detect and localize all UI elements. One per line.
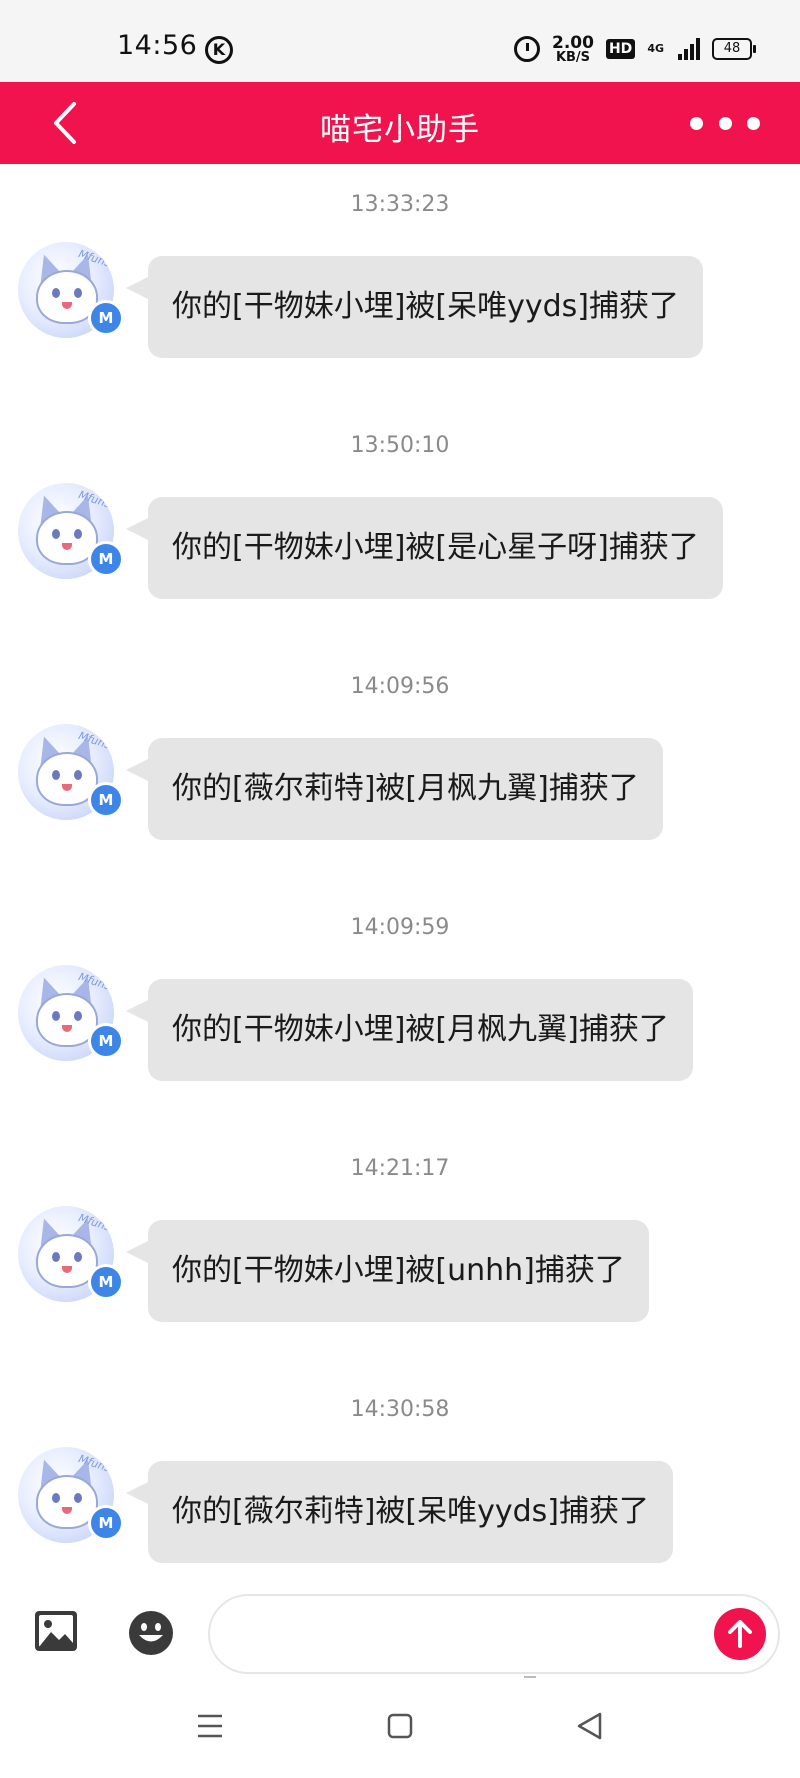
app-header: 喵宅小助手 — [0, 82, 800, 164]
network-speed: 2.00 KB/S — [552, 32, 594, 65]
send-button[interactable] — [714, 1608, 766, 1660]
message-time: 13:50:10 — [350, 433, 450, 458]
message-input[interactable] — [208, 1594, 780, 1674]
message-item: 14:21:17 Mfuns M 你的[干物妹小埋]被[unhh]捕获了 — [0, 1154, 800, 1395]
message-time: 14:09:59 — [350, 915, 450, 940]
scroll-indicator — [524, 1676, 536, 1678]
hd-icon: HD — [605, 39, 636, 59]
m-badge-icon: M — [88, 541, 124, 577]
more-dots-icon — [690, 116, 703, 130]
battery-icon: 48 — [712, 38, 756, 60]
message-bubble[interactable]: 你的[干物妹小埋]被[unhh]捕获了 — [126, 1220, 649, 1322]
status-bar: 14:56 K 2.00 KB/S HD 4G 48 — [0, 0, 800, 82]
image-icon — [35, 1611, 77, 1651]
message-time: 14:21:17 — [350, 1156, 450, 1181]
m-badge-icon: M — [88, 1505, 124, 1541]
more-button[interactable] — [690, 110, 760, 136]
message-item: 14:09:59 Mfuns M 你的[干物妹小埋]被[月枫九翼]捕获了 — [0, 913, 800, 1154]
home-button[interactable] — [380, 1706, 420, 1746]
message-bubble[interactable]: 你的[薇尔莉特]被[呆唯yyds]捕获了 — [126, 1461, 673, 1563]
status-icons: 2.00 KB/S HD 4G 48 — [514, 32, 756, 65]
message-item: 14:09:56 Mfuns M 你的[薇尔莉特]被[月枫九翼]捕获了 — [0, 672, 800, 913]
emoji-button[interactable] — [128, 1610, 174, 1656]
k-app-icon: K — [205, 36, 233, 64]
chat-list[interactable]: 13:33:23 Mfuns M 你的[干物妹小埋]被[呆唯yyds]捕获了 1… — [0, 164, 800, 1584]
alarm-icon — [514, 36, 541, 62]
page-title: 喵宅小助手 — [320, 112, 480, 148]
status-time: 14:56 — [117, 30, 198, 61]
network-type: 4G — [647, 42, 664, 55]
m-badge-icon: M — [88, 782, 124, 818]
message-time: 14:09:56 — [350, 674, 450, 699]
network-speed-value: 2.00 — [552, 32, 594, 53]
network-speed-unit: KB/S — [555, 49, 591, 65]
message-item: 13:50:10 Mfuns M 你的[干物妹小埋]被[是心星子呀]捕获了 — [0, 431, 800, 672]
arrow-up-icon — [728, 1620, 752, 1648]
system-nav-bar — [0, 1684, 800, 1778]
emoji-icon — [129, 1611, 173, 1655]
m-badge-icon: M — [88, 300, 124, 336]
message-item: 13:33:23 Mfuns M 你的[干物妹小埋]被[呆唯yyds]捕获了 — [0, 190, 800, 431]
image-button[interactable] — [34, 1610, 78, 1652]
message-bubble[interactable]: 你的[干物妹小埋]被[是心星子呀]捕获了 — [126, 497, 723, 599]
back-nav-button[interactable] — [570, 1706, 610, 1746]
input-bar — [0, 1584, 800, 1684]
message-bubble[interactable]: 你的[干物妹小埋]被[呆唯yyds]捕获了 — [126, 256, 703, 358]
menu-button[interactable] — [190, 1706, 230, 1746]
message-time: 14:30:58 — [350, 1397, 450, 1422]
home-square-icon — [387, 1713, 413, 1739]
message-bubble[interactable]: 你的[干物妹小埋]被[月枫九翼]捕获了 — [126, 979, 693, 1081]
menu-icon — [198, 1714, 222, 1738]
message-time: 13:33:23 — [350, 192, 450, 217]
triangle-back-icon — [577, 1712, 602, 1740]
message-bubble[interactable]: 你的[薇尔莉特]被[月枫九翼]捕获了 — [126, 738, 663, 840]
m-badge-icon: M — [88, 1023, 124, 1059]
m-badge-icon: M — [88, 1264, 124, 1300]
signal-icon — [678, 38, 700, 60]
